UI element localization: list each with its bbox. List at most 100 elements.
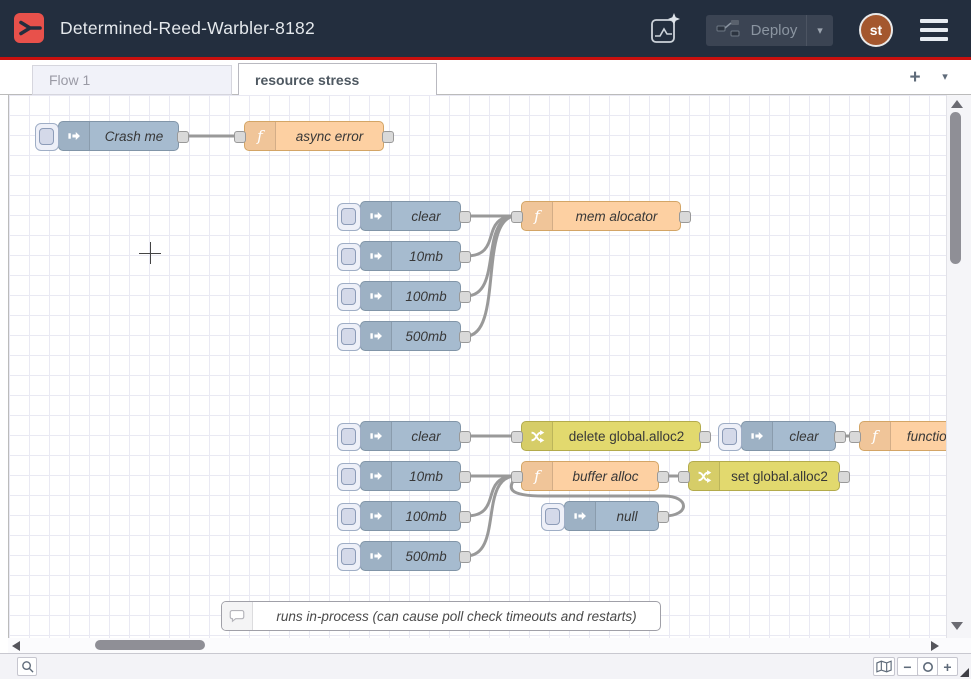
node-label: clear bbox=[392, 422, 460, 450]
inject-arrow-icon bbox=[368, 468, 384, 484]
inject-trigger-button[interactable] bbox=[337, 323, 361, 351]
flow-list-caret-icon[interactable]: ▾ bbox=[936, 70, 954, 86]
inject-arrow-icon bbox=[368, 208, 384, 224]
input-port[interactable] bbox=[849, 431, 861, 443]
node-buffer-alloc[interactable]: fbuffer alloc bbox=[521, 461, 659, 491]
node-clear-3[interactable]: clear bbox=[741, 421, 836, 451]
node-mb100-2[interactable]: 100mb bbox=[360, 501, 461, 531]
flow-assistant-icon[interactable] bbox=[648, 11, 682, 47]
scroll-up-icon[interactable] bbox=[951, 100, 963, 108]
node-async-error[interactable]: fasync error bbox=[244, 121, 384, 151]
output-port[interactable] bbox=[459, 291, 471, 303]
output-port[interactable] bbox=[459, 551, 471, 563]
node-set-global-alloc2[interactable]: set global.alloc2 bbox=[688, 461, 840, 491]
output-port[interactable] bbox=[459, 431, 471, 443]
node-clear-1[interactable]: clear bbox=[360, 201, 461, 231]
node-label: function bbox=[891, 422, 946, 450]
node-comment-note[interactable]: runs in-process (can cause poll check ti… bbox=[221, 601, 661, 631]
inject-trigger-inner bbox=[341, 328, 356, 345]
node-delete-global-alloc2[interactable]: delete global.alloc2 bbox=[521, 421, 701, 451]
inject-trigger-button[interactable] bbox=[718, 423, 742, 451]
vertical-scroll-thumb[interactable] bbox=[950, 112, 961, 264]
inject-trigger-button[interactable] bbox=[337, 423, 361, 451]
inject-icon bbox=[361, 422, 392, 450]
input-port[interactable] bbox=[511, 211, 523, 223]
tab-label: resource stress bbox=[255, 72, 359, 88]
output-port[interactable] bbox=[459, 331, 471, 343]
deploy-options-caret-icon[interactable]: ▾ bbox=[806, 15, 833, 46]
inject-trigger-inner bbox=[341, 548, 356, 565]
resize-handle[interactable] bbox=[960, 668, 969, 677]
node-crash-me[interactable]: Crash me bbox=[58, 121, 179, 151]
inject-trigger-inner bbox=[722, 428, 737, 445]
output-port[interactable] bbox=[699, 431, 711, 443]
zoom-reset-button[interactable] bbox=[917, 657, 938, 676]
output-port[interactable] bbox=[459, 211, 471, 223]
inject-trigger-button[interactable] bbox=[337, 243, 361, 271]
node-mem-alocator[interactable]: fmem alocator bbox=[521, 201, 681, 231]
horizontal-scrollbar[interactable] bbox=[8, 638, 971, 653]
flow-canvas[interactable]: Crash me fasync error clear 10mb 100mb 500mb f… bbox=[8, 95, 946, 638]
vertical-scrollbar[interactable] bbox=[946, 95, 971, 638]
inject-trigger-button[interactable] bbox=[337, 543, 361, 571]
inject-icon bbox=[361, 462, 392, 490]
node-mb10-1[interactable]: 10mb bbox=[360, 241, 461, 271]
scroll-down-icon[interactable] bbox=[951, 622, 963, 630]
inject-trigger-button[interactable] bbox=[35, 123, 59, 151]
node-mb500-1[interactable]: 500mb bbox=[360, 321, 461, 351]
input-port[interactable] bbox=[511, 471, 523, 483]
deploy-button[interactable]: Deploy ▾ bbox=[706, 15, 833, 46]
inject-trigger-inner bbox=[39, 128, 54, 145]
zoom-in-button[interactable]: + bbox=[937, 657, 958, 676]
tab-flow-1[interactable]: Flow 1 bbox=[32, 65, 232, 95]
inject-trigger-button[interactable] bbox=[337, 463, 361, 491]
function-f-icon: f bbox=[251, 127, 269, 145]
main-menu-icon[interactable] bbox=[920, 19, 948, 41]
change-shuffle-icon bbox=[529, 428, 546, 445]
node-function-node[interactable]: ffunction bbox=[859, 421, 946, 451]
inject-trigger-button[interactable] bbox=[337, 283, 361, 311]
footer-bar: − + bbox=[0, 653, 971, 679]
output-port[interactable] bbox=[382, 131, 394, 143]
inject-trigger-button[interactable] bbox=[541, 503, 565, 531]
output-port[interactable] bbox=[834, 431, 846, 443]
output-port[interactable] bbox=[459, 251, 471, 263]
output-port[interactable] bbox=[657, 511, 669, 523]
scroll-right-icon[interactable] bbox=[931, 641, 939, 651]
zoom-out-button[interactable]: − bbox=[897, 657, 918, 676]
output-port[interactable] bbox=[838, 471, 850, 483]
scroll-left-icon[interactable] bbox=[12, 641, 20, 651]
svg-text:f: f bbox=[256, 127, 265, 145]
search-button[interactable] bbox=[17, 657, 37, 676]
comment-icon bbox=[222, 602, 253, 630]
inject-icon bbox=[361, 322, 392, 350]
inject-icon bbox=[742, 422, 773, 450]
inject-icon bbox=[59, 122, 90, 150]
tab-label: Flow 1 bbox=[49, 72, 90, 88]
output-port[interactable] bbox=[679, 211, 691, 223]
output-port[interactable] bbox=[459, 471, 471, 483]
node-null-inject[interactable]: null bbox=[564, 501, 659, 531]
tab-resource-stress[interactable]: resource stress bbox=[238, 63, 437, 95]
node-label: runs in-process (can cause poll check ti… bbox=[253, 602, 660, 630]
inject-trigger-button[interactable] bbox=[337, 503, 361, 531]
output-port[interactable] bbox=[459, 511, 471, 523]
inject-arrow-icon bbox=[368, 508, 384, 524]
input-port[interactable] bbox=[234, 131, 246, 143]
input-port[interactable] bbox=[678, 471, 690, 483]
output-port[interactable] bbox=[177, 131, 189, 143]
node-label: 10mb bbox=[392, 242, 460, 270]
app-logo-icon[interactable] bbox=[14, 13, 44, 43]
node-mb100-1[interactable]: 100mb bbox=[360, 281, 461, 311]
navigator-button[interactable] bbox=[873, 657, 895, 676]
inject-trigger-button[interactable] bbox=[337, 203, 361, 231]
user-avatar[interactable]: st bbox=[859, 13, 893, 47]
change-icon bbox=[689, 462, 720, 490]
node-mb500-2[interactable]: 500mb bbox=[360, 541, 461, 571]
node-mb10-2[interactable]: 10mb bbox=[360, 461, 461, 491]
output-port[interactable] bbox=[657, 471, 669, 483]
add-flow-button[interactable]: + bbox=[903, 66, 927, 90]
horizontal-scroll-thumb[interactable] bbox=[95, 640, 205, 650]
input-port[interactable] bbox=[511, 431, 523, 443]
node-clear-2[interactable]: clear bbox=[360, 421, 461, 451]
